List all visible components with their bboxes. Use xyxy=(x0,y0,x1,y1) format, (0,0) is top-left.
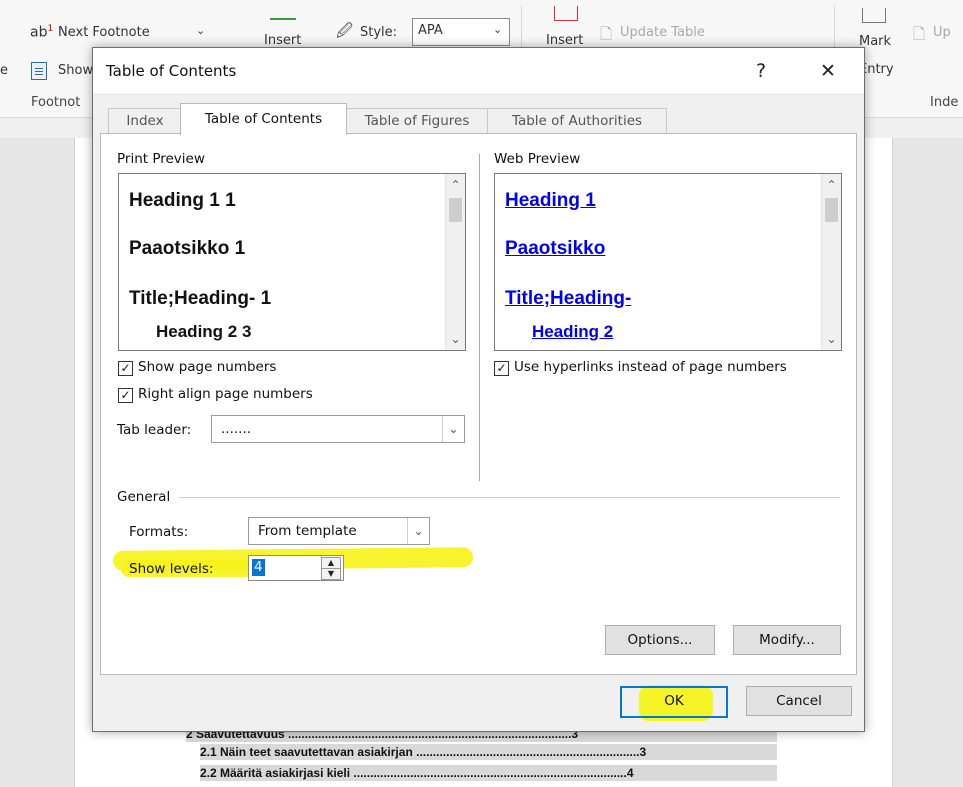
tab-panel: Print Preview Heading 1 1 Paaotsikko 1 T… xyxy=(100,133,857,675)
formats-label: Formats: xyxy=(129,524,189,540)
scroll-down-icon[interactable]: ⌄ xyxy=(446,332,465,346)
chevron-down-icon: ⌄ xyxy=(493,23,503,36)
show-levels-label: Show levels: xyxy=(129,561,214,577)
options-button[interactable]: Options... xyxy=(605,625,715,655)
chevron-down-icon[interactable]: ⌄ xyxy=(442,416,464,442)
show-page-numbers-checkbox[interactable]: ✓ xyxy=(118,361,133,376)
divider xyxy=(521,5,522,47)
preview-heading-1: Heading 1 1 xyxy=(129,190,236,211)
style-label: Style: xyxy=(360,25,398,40)
divider xyxy=(179,497,840,498)
spin-down-icon[interactable]: ▼ xyxy=(321,568,341,580)
preview-heading-2: Heading 2 3 xyxy=(156,322,252,341)
ribbon-left-edge: e xyxy=(0,63,8,78)
print-preview-scrollbar[interactable]: ⌃ ⌄ xyxy=(445,174,465,350)
insert-citation-icon xyxy=(270,0,296,20)
show-levels-value[interactable]: 4 xyxy=(252,559,265,576)
web-link-heading-1[interactable]: Heading 1 xyxy=(505,190,596,212)
scroll-thumb[interactable] xyxy=(449,198,462,222)
footnote-ab-icon: ab1 xyxy=(30,24,54,41)
web-link-paaotsikko[interactable]: Paaotsikko xyxy=(505,238,605,260)
update-table-button[interactable]: Update Table xyxy=(620,25,705,40)
toc-entry: 2.2 Määritä asiakirjasi kieli ..........… xyxy=(200,765,777,781)
print-preview-label: Print Preview xyxy=(117,151,205,167)
scroll-down-icon[interactable]: ⌄ xyxy=(822,332,841,346)
scroll-up-icon[interactable]: ⌃ xyxy=(446,178,465,192)
tab-leader-dropdown[interactable]: ....... ⌄ xyxy=(211,415,465,443)
style-value: APA xyxy=(418,23,443,38)
preview-paaotsikko: Paaotsikko 1 xyxy=(129,238,246,259)
tab-table-of-authorities[interactable]: Table of Authorities xyxy=(487,108,667,134)
chevron-down-icon[interactable]: ⌄ xyxy=(196,24,205,37)
insert-caption-icon xyxy=(554,6,578,21)
show-notes-icon xyxy=(31,62,47,80)
tab-table-of-figures[interactable]: Table of Figures xyxy=(345,108,489,134)
insert-citation-button[interactable]: Insert xyxy=(264,33,301,48)
index-group-label: Inde xyxy=(930,95,959,110)
tab-leader-value: ....... xyxy=(221,421,252,437)
scroll-up-icon[interactable]: ⌃ xyxy=(822,178,841,192)
web-preview-label: Web Preview xyxy=(494,151,581,167)
dialog-titlebar: Table of Contents ? ✕ xyxy=(93,48,864,93)
scroll-thumb[interactable] xyxy=(825,198,838,222)
help-button[interactable]: ? xyxy=(743,56,779,86)
tab-table-of-contents[interactable]: Table of Contents xyxy=(180,103,347,135)
right-align-label[interactable]: Right align page numbers xyxy=(138,386,313,402)
web-preview-box[interactable]: Heading 1 Paaotsikko Title;Heading- Head… xyxy=(494,173,842,351)
style-icon: 🖉 xyxy=(336,21,354,40)
update-index-button[interactable]: Up xyxy=(933,25,951,40)
update-table-icon: 🗋 xyxy=(600,25,613,43)
modify-button[interactable]: Modify... xyxy=(733,625,841,655)
show-page-numbers-label[interactable]: Show page numbers xyxy=(138,359,276,375)
web-preview-scrollbar[interactable]: ⌃ ⌄ xyxy=(821,174,841,350)
web-link-title-heading[interactable]: Title;Heading- xyxy=(505,288,631,310)
style-dropdown[interactable]: APA ⌄ xyxy=(412,18,510,46)
toc-entry: 2.1 Näin teet saavutettavan asiakirjan .… xyxy=(200,744,777,760)
divider xyxy=(479,154,480,481)
show-levels-spinner[interactable]: 4 ▲ ▼ xyxy=(248,555,344,581)
print-preview-box[interactable]: Heading 1 1 Paaotsikko 1 Title;Heading- … xyxy=(118,173,466,351)
general-group-label: General xyxy=(117,489,171,505)
next-footnote-button[interactable]: Next Footnote xyxy=(58,25,150,40)
use-hyperlinks-checkbox[interactable]: ✓ xyxy=(494,361,509,376)
mark-entry-icon xyxy=(862,8,886,23)
ok-button[interactable]: OK xyxy=(620,686,728,718)
formats-dropdown[interactable]: From template ⌄ xyxy=(248,517,430,545)
footnotes-group-label: Footnot xyxy=(31,95,81,110)
tab-index[interactable]: Index xyxy=(108,108,182,134)
insert-caption-button[interactable]: Insert xyxy=(546,33,583,48)
show-notes-button[interactable]: Show xyxy=(58,63,93,78)
preview-title-heading: Title;Heading- 1 xyxy=(129,288,272,309)
cancel-button[interactable]: Cancel xyxy=(746,686,852,716)
web-link-heading-2[interactable]: Heading 2 xyxy=(532,322,613,342)
table-of-contents-dialog: Table of Contents ? ✕ Index Table of Con… xyxy=(92,47,865,732)
right-align-checkbox[interactable]: ✓ xyxy=(118,388,133,403)
update-index-icon: 🗋 xyxy=(913,25,926,43)
tab-leader-label: Tab leader: xyxy=(117,422,192,438)
dialog-title: Table of Contents xyxy=(106,62,237,80)
use-hyperlinks-label[interactable]: Use hyperlinks instead of page numbers xyxy=(514,359,787,375)
chevron-down-icon[interactable]: ⌄ xyxy=(407,518,429,544)
formats-value: From template xyxy=(258,523,357,539)
close-button[interactable]: ✕ xyxy=(810,56,846,86)
divider xyxy=(834,5,835,47)
